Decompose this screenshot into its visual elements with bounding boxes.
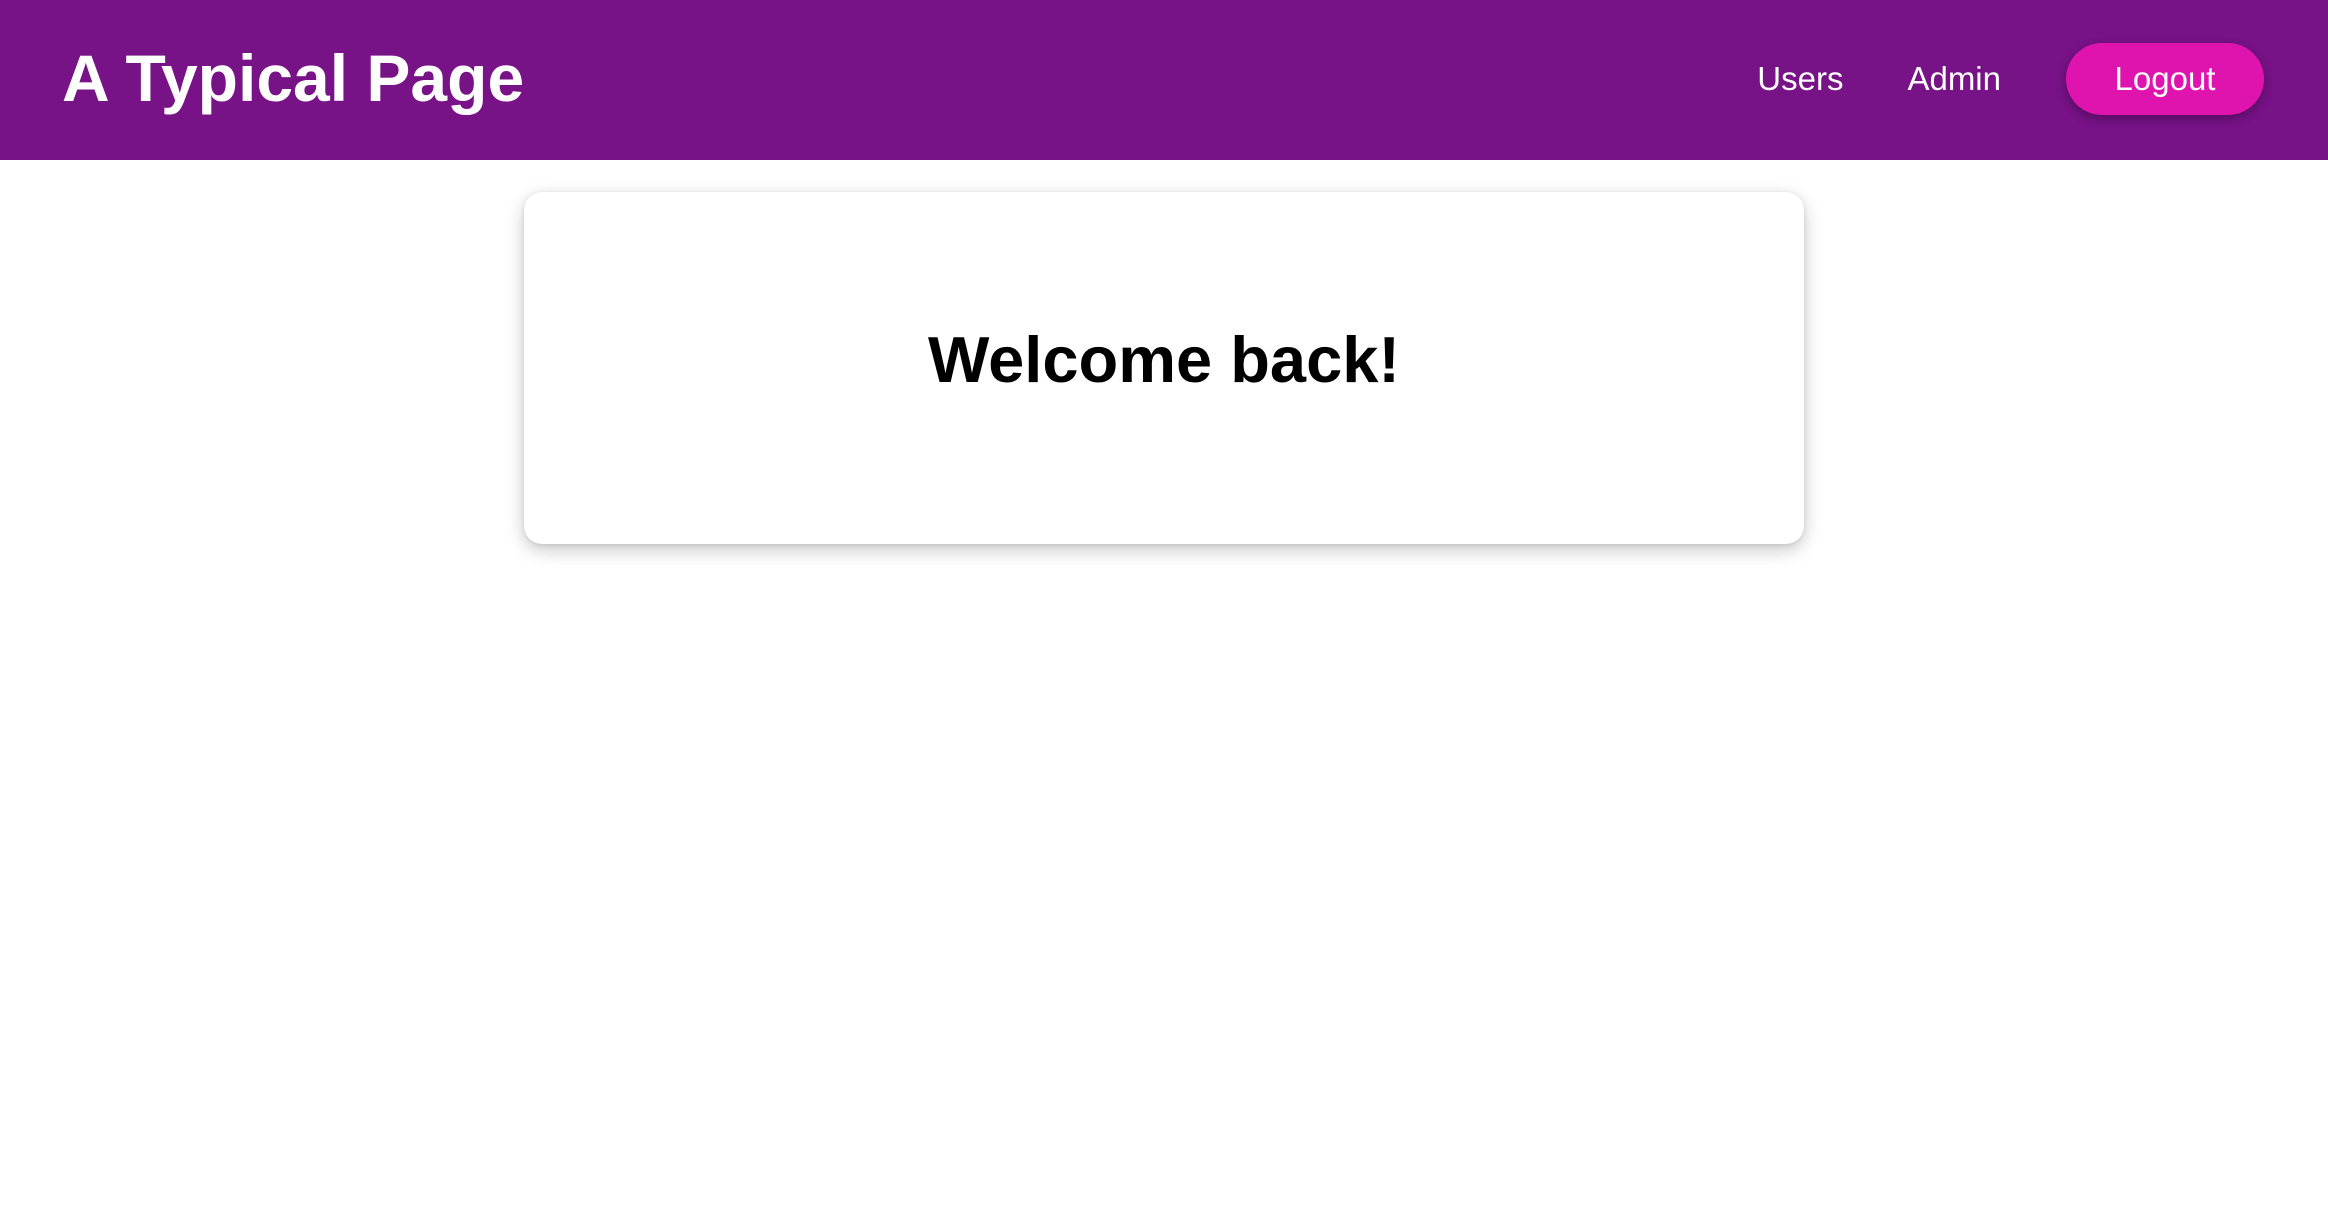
- top-navbar: A Typical Page Users Admin Logout: [0, 0, 2328, 160]
- welcome-card: Welcome back!: [524, 192, 1804, 544]
- site-title: A Typical Page: [62, 41, 525, 115]
- logout-button[interactable]: Logout: [2066, 43, 2264, 115]
- welcome-heading: Welcome back!: [927, 322, 1401, 396]
- main-nav: Users Admin Logout: [1757, 43, 2264, 116]
- nav-link-users[interactable]: Users: [1757, 62, 1843, 95]
- nav-link-admin[interactable]: Admin: [1907, 62, 2001, 95]
